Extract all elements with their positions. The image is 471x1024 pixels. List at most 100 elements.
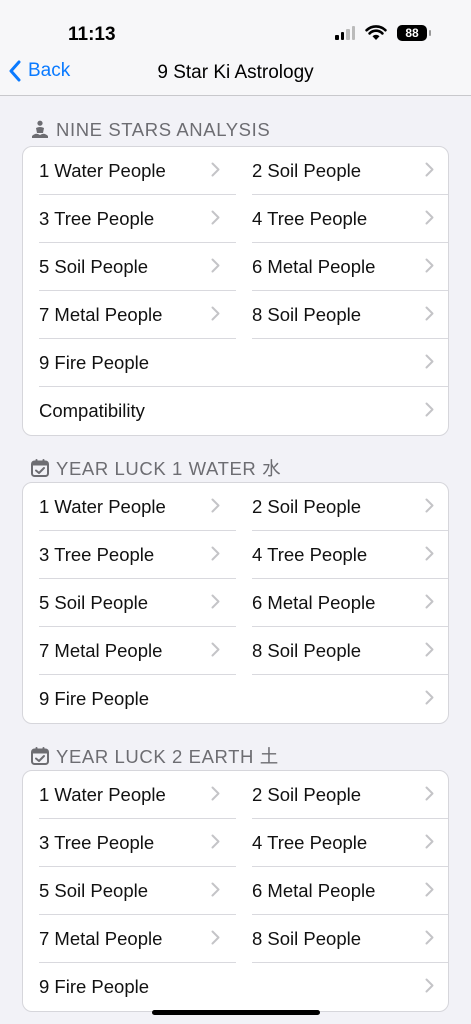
list-item-1-water-people[interactable]: 1 Water People bbox=[23, 771, 236, 819]
list-item-label: 8 Soil People bbox=[252, 928, 362, 949]
list-item-1-water-people[interactable]: 1 Water People bbox=[23, 147, 236, 195]
list-item-label: 4 Tree People bbox=[252, 832, 368, 853]
chevron-right-icon bbox=[425, 256, 434, 278]
list-item-label: 3 Tree People bbox=[39, 544, 155, 565]
list-item-label: 5 Soil People bbox=[39, 592, 149, 613]
list-item-label: 8 Soil People bbox=[252, 640, 362, 661]
chevron-right-icon bbox=[425, 592, 434, 614]
list-item-2-soil-people[interactable]: 2 Soil People bbox=[236, 483, 448, 531]
list-item-9-fire-people[interactable]: 9 Fire People bbox=[23, 963, 448, 1011]
section-card: 1 Water People 2 Soil People 3 Tree People… bbox=[22, 146, 449, 436]
calendar-check-icon bbox=[30, 458, 50, 478]
list-item-6-metal-people[interactable]: 6 Metal People bbox=[236, 243, 448, 291]
calendar-check-icon bbox=[30, 746, 50, 766]
list-item-2-soil-people[interactable]: 2 Soil People bbox=[236, 147, 448, 195]
list-item-label: 7 Metal People bbox=[39, 928, 163, 949]
list-item-label: 5 Soil People bbox=[39, 256, 149, 277]
chevron-right-icon bbox=[211, 208, 220, 230]
cellular-signal-icon bbox=[335, 26, 355, 40]
list-item-6-metal-people[interactable]: 6 Metal People bbox=[236, 867, 448, 915]
list-item-2-soil-people[interactable]: 2 Soil People bbox=[236, 771, 448, 819]
list-item-8-soil-people[interactable]: 8 Soil People bbox=[236, 915, 448, 963]
list-item-label: 1 Water People bbox=[39, 496, 166, 517]
list-item-9-fire-people[interactable]: 9 Fire People bbox=[23, 339, 448, 387]
list-item-1-water-people[interactable]: 1 Water People bbox=[23, 483, 236, 531]
chevron-right-icon bbox=[211, 304, 220, 326]
list-item-label: 2 Soil People bbox=[252, 784, 362, 805]
section-header-label: NINE STARS ANALYSIS bbox=[56, 119, 271, 140]
chevron-right-icon bbox=[425, 832, 434, 854]
list-item-label: 3 Tree People bbox=[39, 208, 155, 229]
chevron-right-icon bbox=[425, 544, 434, 566]
list-item-3-tree-people[interactable]: 3 Tree People bbox=[23, 531, 236, 579]
navigation-bar: Back 9 Star Ki Astrology bbox=[0, 56, 471, 96]
chevron-right-icon bbox=[425, 304, 434, 326]
section-header: NINE STARS ANALYSIS bbox=[30, 119, 270, 141]
list-item-3-tree-people[interactable]: 3 Tree People bbox=[23, 819, 236, 867]
chevron-right-icon bbox=[425, 640, 434, 662]
section-header: YEAR LUCK 2 EARTH 土 bbox=[30, 743, 279, 769]
list-item-5-soil-people[interactable]: 5 Soil People bbox=[23, 579, 236, 627]
list-item-8-soil-people[interactable]: 8 Soil People bbox=[236, 291, 448, 339]
nav-title: 9 Star Ki Astrology bbox=[157, 62, 314, 83]
list-item-label: 1 Water People bbox=[39, 160, 166, 181]
list-item-label: 2 Soil People bbox=[252, 160, 362, 181]
list-item-7-metal-people[interactable]: 7 Metal People bbox=[23, 627, 236, 675]
section-card: 1 Water People 2 Soil People 3 Tree People… bbox=[22, 770, 449, 1012]
chevron-right-icon bbox=[211, 592, 220, 614]
list-item-label: 9 Fire People bbox=[39, 976, 150, 997]
list-item-label: 8 Soil People bbox=[252, 304, 362, 325]
section-header-label: YEAR LUCK 2 EARTH 土 bbox=[56, 746, 279, 767]
list-item-label: 6 Metal People bbox=[252, 592, 376, 613]
chevron-right-icon bbox=[425, 496, 434, 518]
chevron-right-icon bbox=[211, 496, 220, 518]
chevron-right-icon bbox=[211, 256, 220, 278]
list-item-label: 1 Water People bbox=[39, 784, 166, 805]
home-indicator bbox=[152, 1010, 320, 1015]
chevron-right-icon bbox=[425, 400, 434, 422]
list-item-8-soil-people[interactable]: 8 Soil People bbox=[236, 627, 448, 675]
list-item-label: 3 Tree People bbox=[39, 832, 155, 853]
list-item-label: 6 Metal People bbox=[252, 880, 376, 901]
list-item-9-fire-people[interactable]: 9 Fire People bbox=[23, 675, 448, 723]
list-item-label: 9 Fire People bbox=[39, 688, 150, 709]
list-item-7-metal-people[interactable]: 7 Metal People bbox=[23, 291, 236, 339]
chevron-right-icon bbox=[211, 160, 220, 182]
list-item-4-tree-people[interactable]: 4 Tree People bbox=[236, 195, 448, 243]
chevron-right-icon bbox=[211, 880, 220, 902]
status-bar: 11:13 88 bbox=[0, 0, 471, 56]
list-item-3-tree-people[interactable]: 3 Tree People bbox=[23, 195, 236, 243]
list-item-5-soil-people[interactable]: 5 Soil People bbox=[23, 867, 236, 915]
list-item-compatibility[interactable]: Compatibility bbox=[23, 387, 448, 435]
list-item-label: Compatibility bbox=[39, 400, 145, 421]
list-item-6-metal-people[interactable]: 6 Metal People bbox=[236, 579, 448, 627]
chevron-right-icon bbox=[211, 640, 220, 662]
chevron-right-icon bbox=[425, 352, 434, 374]
chevron-right-icon bbox=[425, 160, 434, 182]
section-header-label: YEAR LUCK 1 WATER 水 bbox=[56, 458, 282, 479]
list-item-label: 4 Tree People bbox=[252, 208, 368, 229]
section-card: 1 Water People 2 Soil People 3 Tree People… bbox=[22, 482, 449, 724]
list-item-label: 4 Tree People bbox=[252, 544, 368, 565]
list-item-4-tree-people[interactable]: 4 Tree People bbox=[236, 531, 448, 579]
chevron-right-icon bbox=[425, 208, 434, 230]
list-item-7-metal-people[interactable]: 7 Metal People bbox=[23, 915, 236, 963]
wifi-icon bbox=[365, 25, 387, 40]
meditation-person-icon bbox=[30, 120, 50, 140]
chevron-right-icon bbox=[211, 928, 220, 950]
chevron-right-icon bbox=[425, 784, 434, 806]
chevron-right-icon bbox=[425, 880, 434, 902]
chevron-right-icon bbox=[211, 832, 220, 854]
list-item-label: 9 Fire People bbox=[39, 352, 150, 373]
list-item-label: 7 Metal People bbox=[39, 640, 163, 661]
list-item-label: 5 Soil People bbox=[39, 880, 149, 901]
status-time: 11:13 bbox=[68, 24, 116, 45]
chevron-right-icon bbox=[211, 784, 220, 806]
list-item-label: 6 Metal People bbox=[252, 256, 376, 277]
list-item-5-soil-people[interactable]: 5 Soil People bbox=[23, 243, 236, 291]
list-item-label: 7 Metal People bbox=[39, 304, 163, 325]
list-item-4-tree-people[interactable]: 4 Tree People bbox=[236, 819, 448, 867]
chevron-right-icon bbox=[425, 928, 434, 950]
status-icons: 88 bbox=[335, 25, 431, 41]
section-header: YEAR LUCK 1 WATER 水 bbox=[30, 455, 281, 481]
